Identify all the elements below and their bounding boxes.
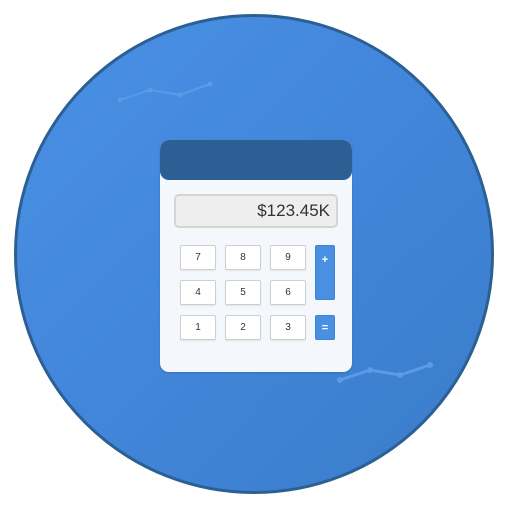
calculator-header bbox=[160, 140, 352, 180]
key-2[interactable]: 2 bbox=[225, 315, 261, 340]
key-5[interactable]: 5 bbox=[225, 280, 261, 305]
key-6[interactable]: 6 bbox=[270, 280, 306, 305]
key-9[interactable]: 9 bbox=[270, 245, 306, 270]
display-value: $123.45K bbox=[257, 201, 330, 220]
key-3[interactable]: 3 bbox=[270, 315, 306, 340]
calculator-icon-illustration: $123.45K 7 8 9 4 5 6 1 2 3 + = bbox=[0, 0, 512, 512]
key-8[interactable]: 8 bbox=[225, 245, 261, 270]
equals-button[interactable]: = bbox=[315, 315, 335, 340]
key-4[interactable]: 4 bbox=[180, 280, 216, 305]
calculator: $123.45K 7 8 9 4 5 6 1 2 3 + = bbox=[160, 140, 352, 372]
plus-button[interactable]: + bbox=[315, 245, 335, 300]
key-7[interactable]: 7 bbox=[180, 245, 216, 270]
calculator-display: $123.45K bbox=[174, 194, 338, 228]
key-1[interactable]: 1 bbox=[180, 315, 216, 340]
